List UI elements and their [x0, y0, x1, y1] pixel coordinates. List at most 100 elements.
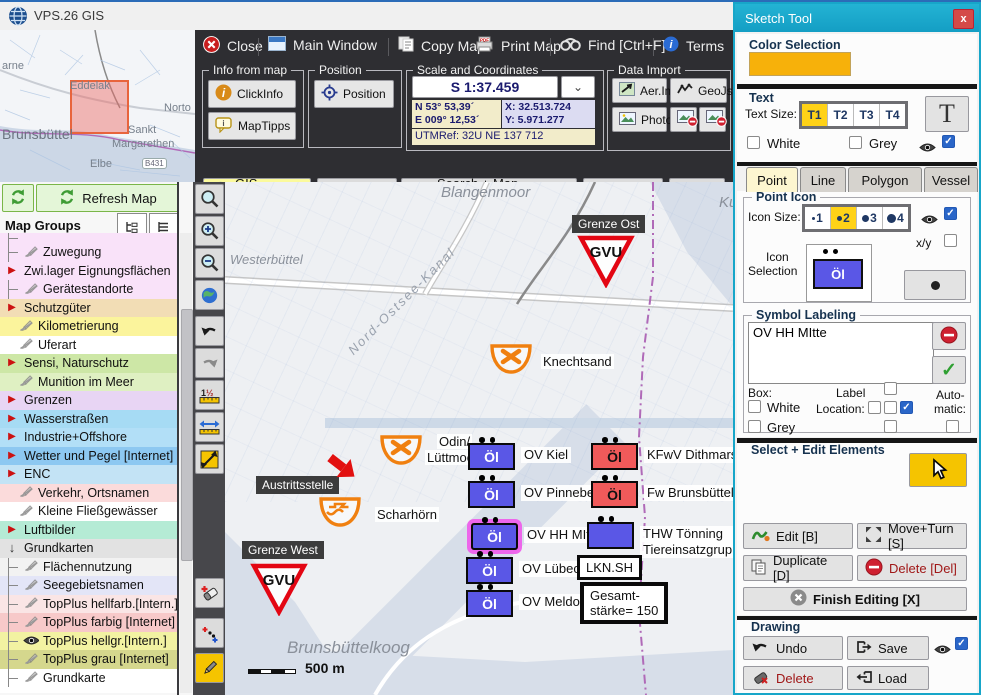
- globe-tool-button[interactable]: [195, 280, 224, 310]
- print-map-button[interactable]: PDFPrint Map: [475, 36, 561, 55]
- unit-label[interactable]: KFwV Dithmarsche: [644, 447, 733, 463]
- sketch-tool-title-bar[interactable]: Sketch Tool: [735, 4, 979, 32]
- sketch-tab-point[interactable]: Point: [746, 167, 798, 192]
- xy-checkbox[interactable]: [944, 234, 957, 247]
- shield-boat-symbol[interactable]: [317, 494, 363, 535]
- map-canvas[interactable]: Nord-Ostsee-KanalBlangenmoorKuWesterbütt…: [225, 182, 733, 695]
- unit-symbol-ov-kiel[interactable]: Öl: [468, 443, 515, 470]
- refresh-icon-button[interactable]: [2, 184, 34, 212]
- undo-button[interactable]: Undo: [743, 636, 843, 660]
- apply-label-button[interactable]: ✓: [932, 356, 966, 384]
- text-white-checkbox[interactable]: [747, 136, 760, 149]
- exit-point-arrow-symbol[interactable]: [325, 452, 365, 491]
- label-loc-center-checkbox[interactable]: [884, 401, 897, 414]
- text-size-t4[interactable]: T4: [880, 104, 905, 126]
- big-text-button[interactable]: T: [925, 96, 969, 132]
- unit-symbol-ov-meldorf[interactable]: Öl: [466, 590, 513, 617]
- pencil-tool-button[interactable]: [195, 653, 224, 683]
- remove-image-button[interactable]: [699, 107, 726, 132]
- aerimg-button[interactable]: Aer.Img: [612, 78, 667, 103]
- close-button[interactable]: Close: [203, 36, 263, 56]
- geojson-button[interactable]: GeoJson: [670, 78, 727, 103]
- copy-map-button[interactable]: Copy Map: [398, 36, 485, 55]
- unit-symbol-ov-l-beck[interactable]: Öl: [466, 557, 513, 584]
- layer-row-grenzen[interactable]: ▶Grenzen: [0, 391, 177, 410]
- unit-symbol-ov-pinneberg[interactable]: Öl: [468, 481, 515, 508]
- sketch-tab-line[interactable]: Line: [800, 167, 846, 192]
- zoom-in-tool-button[interactable]: [195, 216, 224, 246]
- icon-selection-box[interactable]: Öl: [806, 244, 872, 302]
- layer-row-seegebietsnamen[interactable]: Seegebietsnamen: [0, 576, 177, 595]
- move-turn-s-button[interactable]: Move+Turn [S]: [857, 523, 967, 549]
- remove-photo-button[interactable]: [670, 107, 697, 132]
- zoom-out-tool-button[interactable]: [195, 248, 224, 278]
- icon-size-1[interactable]: 1: [805, 207, 831, 229]
- map-annotation-label[interactable]: Knechtsand: [541, 354, 614, 369]
- label-loc-top-checkbox[interactable]: [884, 382, 897, 395]
- icon-size-4[interactable]: 4: [883, 207, 908, 229]
- layer-row-wasserstra-en[interactable]: ▶Wasserstraßen: [0, 410, 177, 429]
- unit-symbol-kfwv-dithmarsche[interactable]: Öl: [591, 443, 638, 470]
- measure-diag-tool-button[interactable]: [195, 444, 224, 474]
- sketch-tab-polygon[interactable]: Polygon: [848, 167, 922, 192]
- color-swatch[interactable]: [749, 52, 851, 76]
- layer-scrollbar-thumb[interactable]: [181, 309, 193, 561]
- unit-label[interactable]: THW TönningTiereinsatzgruppe: [640, 526, 733, 558]
- dot-style-button[interactable]: [904, 270, 966, 300]
- clickinfo-button[interactable]: iClickInfo: [208, 80, 296, 108]
- label-loc-left-checkbox[interactable]: [868, 401, 881, 414]
- finish-editing-button[interactable]: Finish Editing [X]: [743, 587, 967, 611]
- scale-value[interactable]: S 1:37.459: [412, 76, 558, 98]
- shield-cross-symbol[interactable]: [378, 432, 424, 473]
- layer-row-ger-testandorte[interactable]: Gerätestandorte: [0, 280, 177, 299]
- boundary-label[interactable]: Grenze Ost: [572, 215, 645, 233]
- layer-row-zuwegung[interactable]: Zuwegung: [0, 243, 177, 262]
- delete-del-button[interactable]: Delete [Del]: [857, 555, 967, 581]
- text-visible-checkbox[interactable]: ✓: [942, 135, 955, 148]
- text-size-t1[interactable]: T1: [802, 104, 828, 126]
- map-annotation-label[interactable]: Scharhörn: [375, 507, 439, 522]
- save-button[interactable]: Save: [847, 636, 929, 660]
- layer-row-topplus-farbig-internet-[interactable]: TopPlus farbig [Internet]: [0, 613, 177, 632]
- scale-ruler-tool-button[interactable]: 1½: [195, 380, 224, 410]
- points-plus-tool-button[interactable]: [195, 618, 224, 648]
- delete-drawing-button[interactable]: Delete: [743, 666, 843, 690]
- point-visible-checkbox[interactable]: ✓: [944, 207, 957, 220]
- text-size-t2[interactable]: T2: [828, 104, 854, 126]
- layer-row-schutzg-ter[interactable]: ▶Schutzgüter: [0, 299, 177, 318]
- refresh-map-button[interactable]: Refresh Map: [36, 184, 179, 212]
- shield-cross-symbol[interactable]: [488, 341, 534, 382]
- automatic-checkbox[interactable]: [946, 420, 959, 433]
- layer-row-topplus-hellgr-intern-[interactable]: TopPlus hellgr.[Intern.]: [0, 632, 177, 651]
- layer-row-fl-chennutzung[interactable]: Flächennutzung: [0, 558, 177, 577]
- layer-row-topplus-grau-internet-[interactable]: TopPlus grau [Internet]: [0, 650, 177, 669]
- label-loc-bottom-checkbox[interactable]: [884, 420, 897, 433]
- gvu-triangle-symbol[interactable]: GVU: [577, 234, 635, 288]
- gvu-triangle-symbol[interactable]: GVU: [250, 562, 308, 616]
- redo-tool-button[interactable]: [195, 348, 224, 378]
- layer-row-uferart[interactable]: Uferart: [0, 336, 177, 355]
- layer-row-wetter-und-pegel-internet-[interactable]: ▶Wetter und Pegel [Internet]: [0, 447, 177, 466]
- map-text-box[interactable]: LKN.SH: [577, 555, 642, 580]
- position-button[interactable]: Position: [314, 80, 394, 108]
- main-window-button[interactable]: Main Window: [268, 36, 377, 54]
- unit-symbol-ov-hh-mitte[interactable]: Öl: [471, 523, 518, 550]
- unit-symbol-thw-t-nning-tiereinsatzgruppe[interactable]: [587, 522, 634, 549]
- layer-row-luftbilder[interactable]: ▶Luftbilder: [0, 521, 177, 540]
- edit-b-button[interactable]: Edit [B]: [743, 523, 853, 549]
- unit-label[interactable]: OV Kiel: [521, 447, 571, 463]
- undo-tool-button[interactable]: [195, 316, 224, 346]
- layer-row-enc[interactable]: ▶ENC: [0, 465, 177, 484]
- map-text-box[interactable]: Gesamt-stärke= 150: [580, 582, 668, 624]
- unit-symbol-fw-brunsb-ttel[interactable]: Öl: [591, 481, 638, 508]
- text-grey-checkbox[interactable]: [849, 136, 862, 149]
- duplicate-d-button[interactable]: Duplicate [D]: [743, 555, 853, 581]
- measure-h-tool-button[interactable]: [195, 412, 224, 442]
- layer-row-zwi-lager-eignungsfl-chen[interactable]: ▶Zwi.lager Eignungsflächen: [0, 262, 177, 281]
- find-ctrl-f--button[interactable]: Find [Ctrl+F]: [560, 36, 665, 54]
- magnifier-tool-button[interactable]: [195, 184, 224, 214]
- map-annotation-label[interactable]: Odin/: [437, 434, 472, 449]
- maptipps-button[interactable]: iMapTipps: [208, 112, 296, 140]
- layer-row-verkehr-ortsnamen[interactable]: Verkehr, Ortsnamen: [0, 484, 177, 503]
- layer-row-munition-im-meer[interactable]: Munition im Meer: [0, 373, 177, 392]
